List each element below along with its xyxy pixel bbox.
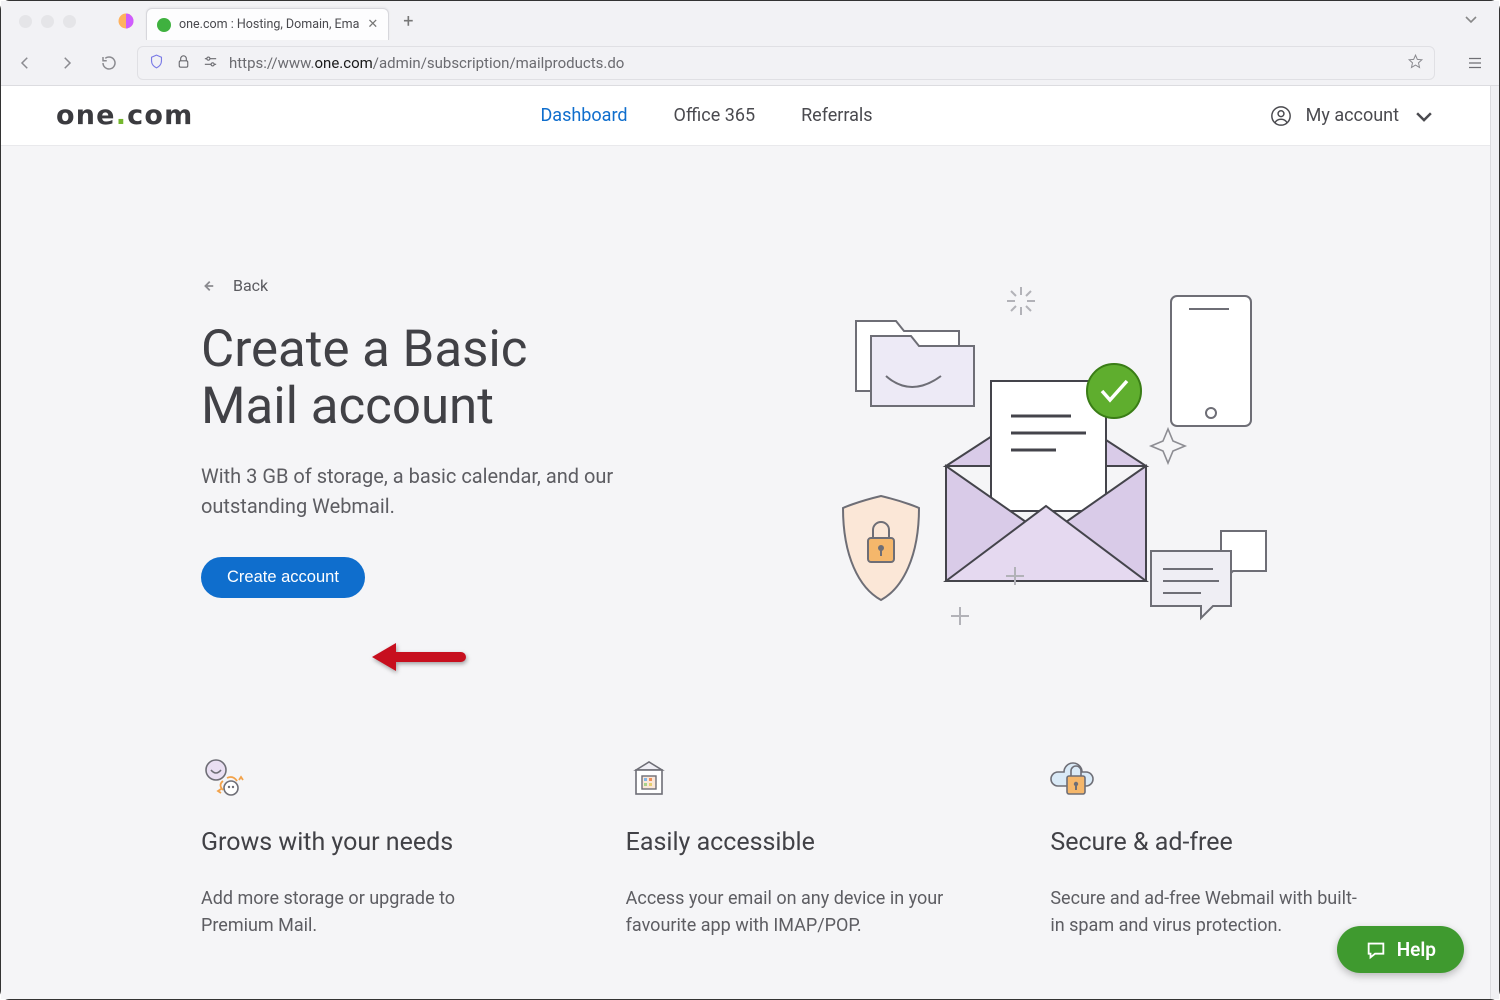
- help-label: Help: [1397, 938, 1436, 961]
- feature-accessible-title: Easily accessible: [626, 828, 981, 857]
- features-section: Grows with your needs Add more storage o…: [56, 756, 1435, 939]
- bookmark-icon[interactable]: [1407, 53, 1424, 74]
- hero-section: Back Create a Basic Mail account With 3 …: [56, 146, 1435, 656]
- feature-grows-desc: Add more storage or upgrade to Premium M…: [201, 885, 521, 939]
- address-row: https://www.one.com/admin/subscription/m…: [1, 41, 1499, 85]
- tab-overflow-icon[interactable]: [1463, 11, 1479, 31]
- site-header: one.com Dashboard Office 365 Referrals M…: [1, 86, 1490, 146]
- tab-strip: one.com : Hosting, Domain, Ema ✕ +: [1, 1, 1499, 41]
- my-account-menu[interactable]: My account: [1270, 105, 1435, 127]
- forward-button[interactable]: [53, 49, 81, 77]
- feature-grows: Grows with your needs Add more storage o…: [201, 756, 556, 939]
- nav-dashboard[interactable]: Dashboard: [540, 105, 627, 126]
- feature-accessible-desc: Access your email on any device in your …: [626, 885, 946, 939]
- reload-button[interactable]: [95, 49, 123, 77]
- lock-icon[interactable]: [175, 53, 192, 74]
- arrow-left-icon: [201, 279, 215, 293]
- site-settings-icon[interactable]: [202, 53, 219, 74]
- hero-illustration: [656, 276, 1435, 656]
- create-account-button[interactable]: Create account: [201, 557, 365, 598]
- nav-office365[interactable]: Office 365: [674, 105, 756, 126]
- tab-favicon-icon: [157, 18, 171, 32]
- chevron-down-icon: [1413, 105, 1435, 127]
- nav-referrals[interactable]: Referrals: [801, 105, 873, 126]
- user-icon: [1270, 105, 1292, 127]
- close-window-icon[interactable]: [19, 15, 32, 28]
- help-widget[interactable]: Help: [1337, 926, 1464, 973]
- close-tab-icon[interactable]: ✕: [367, 17, 378, 32]
- logo[interactable]: one.com: [56, 100, 193, 131]
- accessible-icon: [626, 756, 981, 806]
- chat-icon: [1365, 939, 1387, 961]
- firefox-icon: [114, 9, 138, 33]
- browser-chrome: one.com : Hosting, Domain, Ema ✕ + https…: [1, 1, 1499, 86]
- main-nav: Dashboard Office 365 Referrals: [540, 105, 872, 126]
- feature-secure: Secure & ad-free Secure and ad-free Webm…: [1050, 756, 1405, 939]
- shield-icon[interactable]: [148, 53, 165, 74]
- back-label: Back: [233, 276, 268, 295]
- back-button[interactable]: [11, 49, 39, 77]
- page-body: Back Create a Basic Mail account With 3 …: [1, 146, 1490, 999]
- annotation-arrow-icon: [366, 637, 466, 681]
- grows-icon: [201, 756, 556, 806]
- browser-tab[interactable]: one.com : Hosting, Domain, Ema ✕: [146, 8, 389, 40]
- feature-accessible: Easily accessible Access your email on a…: [626, 756, 981, 939]
- minimize-window-icon[interactable]: [41, 15, 54, 28]
- page: one.com Dashboard Office 365 Referrals M…: [1, 86, 1491, 999]
- page-title: Create a Basic Mail account: [201, 321, 616, 435]
- feature-grows-title: Grows with your needs: [201, 828, 556, 857]
- feature-secure-title: Secure & ad-free: [1050, 828, 1405, 857]
- window-controls[interactable]: [9, 15, 86, 28]
- scrollbar[interactable]: [1491, 86, 1499, 999]
- page-subtitle: With 3 GB of storage, a basic calendar, …: [201, 461, 616, 521]
- my-account-label: My account: [1306, 105, 1399, 126]
- hero-left: Back Create a Basic Mail account With 3 …: [56, 276, 616, 656]
- app-menu-icon[interactable]: [1461, 49, 1489, 77]
- feature-secure-desc: Secure and ad-free Webmail with built-in…: [1050, 885, 1370, 939]
- secure-icon: [1050, 756, 1405, 806]
- address-bar[interactable]: https://www.one.com/admin/subscription/m…: [137, 46, 1435, 80]
- back-link[interactable]: Back: [201, 276, 616, 295]
- new-tab-button[interactable]: +: [403, 11, 413, 32]
- zoom-window-icon[interactable]: [63, 15, 76, 28]
- tab-title: one.com : Hosting, Domain, Ema: [179, 17, 359, 32]
- url-text: https://www.one.com/admin/subscription/m…: [229, 54, 1397, 72]
